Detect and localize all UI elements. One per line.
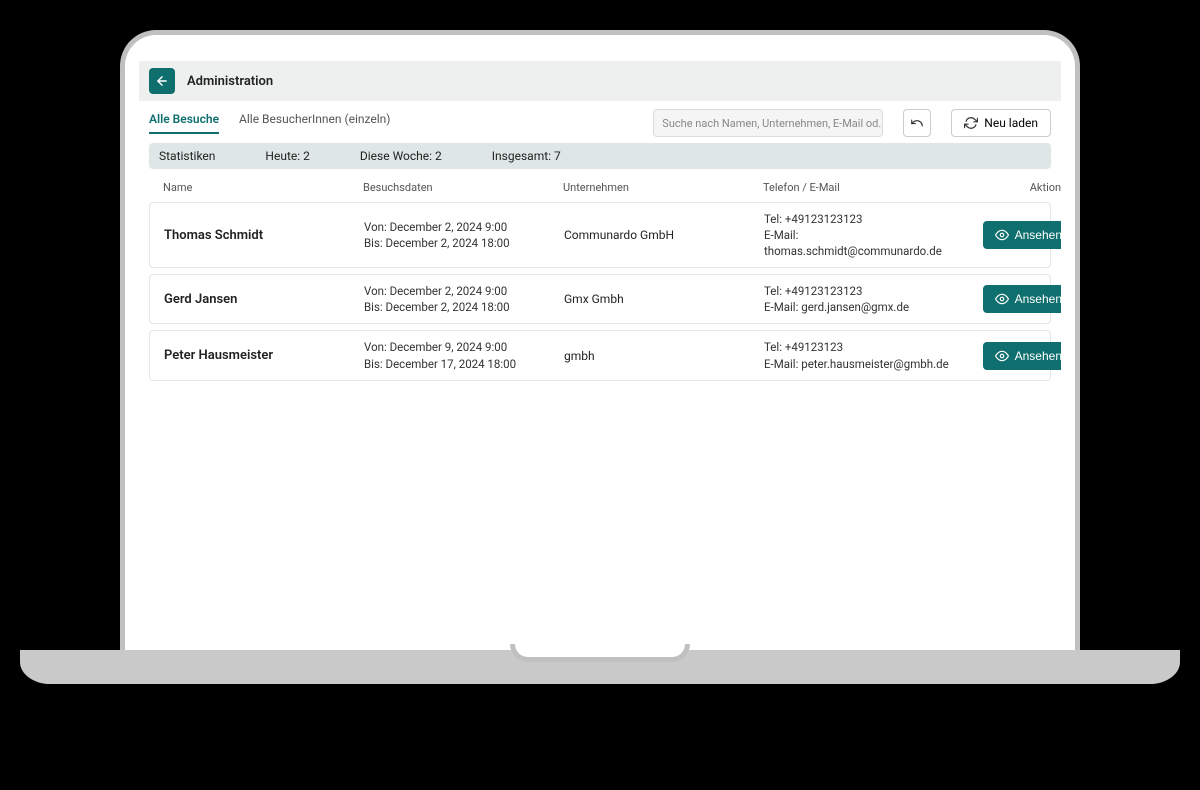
row-tel: Tel: +49123123123 [764,211,974,227]
row-visit-to: Bis: December 2, 2024 18:00 [364,235,564,251]
tabs: Alle Besuche Alle BesucherInnen (einzeln… [149,112,390,134]
view-button[interactable]: Ansehen [983,221,1061,249]
view-button[interactable]: Ansehen [983,285,1061,313]
toolbar: Alle Besuche Alle BesucherInnen (einzeln… [139,101,1061,137]
row-contact: Tel: +49123123123 E-Mail: gerd.jansen@gm… [764,283,974,315]
row-company: gmbh [564,349,764,363]
view-label: Ansehen [1015,349,1061,363]
row-name: Gerd Jansen [164,292,364,307]
row-name: Thomas Schmidt [164,228,364,243]
back-button[interactable] [149,68,175,94]
row-tel: Tel: +49123123123 [764,283,974,299]
eye-icon [995,228,1009,242]
table-row: Thomas Schmidt Von: December 2, 2024 9:0… [149,202,1051,268]
row-visit: Von: December 9, 2024 9:00 Bis: December… [364,339,564,371]
table-row: Peter Hausmeister Von: December 9, 2024 … [149,330,1051,380]
page-header: Administration [139,61,1061,101]
row-email: E-Mail: gerd.jansen@gmx.de [764,299,974,315]
stats-today: Heute: 2 [265,149,309,163]
laptop-frame: Administration Alle Besuche Alle Besuche… [120,30,1080,684]
laptop-base [20,650,1180,684]
row-visit-to: Bis: December 2, 2024 18:00 [364,299,564,315]
tab-all-visitors[interactable]: Alle BesucherInnen (einzeln) [239,112,390,134]
eye-icon [995,349,1009,363]
row-visit-from: Von: December 2, 2024 9:00 [364,219,564,235]
reload-label: Neu laden [984,116,1038,130]
stats-week: Diese Woche: 2 [360,149,442,163]
tab-all-visits[interactable]: Alle Besuche [149,112,219,134]
col-contact: Telefon / E-Mail [763,181,973,194]
stats-bar: Statistiken Heute: 2 Diese Woche: 2 Insg… [149,143,1051,169]
undo-icon [910,116,924,130]
table-row: Gerd Jansen Von: December 2, 2024 9:00 B… [149,274,1051,324]
col-company: Unternehmen [563,181,763,194]
row-visit-to: Bis: December 17, 2024 18:00 [364,356,564,372]
refresh-icon [964,116,978,130]
page-title: Administration [187,74,273,89]
back-history-button[interactable] [903,109,931,137]
search-input[interactable]: Suche nach Namen, Unternehmen, E-Mail od… [653,109,883,137]
col-name: Name [163,181,363,194]
col-actions: Aktionen [973,181,1061,194]
stats-label: Statistiken [159,149,215,163]
row-company: Gmx Gmbh [564,292,764,306]
view-button[interactable]: Ansehen [983,342,1061,370]
arrow-left-icon [155,74,169,88]
row-visit-from: Von: December 9, 2024 9:00 [364,339,564,355]
table-header: Name Besuchsdaten Unternehmen Telefon / … [149,173,1051,202]
reload-button[interactable]: Neu laden [951,109,1051,137]
eye-icon [995,292,1009,306]
row-visit-from: Von: December 2, 2024 9:00 [364,283,564,299]
laptop-notch [510,644,690,662]
row-company: Communardo GmbH [564,228,764,242]
view-label: Ansehen [1015,228,1061,242]
laptop-lid: Administration Alle Besuche Alle Besuche… [120,30,1080,650]
app-screen: Administration Alle Besuche Alle Besuche… [139,61,1061,650]
row-name: Peter Hausmeister [164,348,364,363]
row-contact: Tel: +49123123123 E-Mail: thomas.schmidt… [764,211,974,259]
col-visit: Besuchsdaten [363,181,563,194]
row-visit: Von: December 2, 2024 9:00 Bis: December… [364,283,564,315]
stats-total: Insgesamt: 7 [492,149,561,163]
row-tel: Tel: +49123123 [764,339,974,355]
row-email: E-Mail: thomas.schmidt@communardo.de [764,227,974,259]
view-label: Ansehen [1015,292,1061,306]
row-contact: Tel: +49123123 E-Mail: peter.hausmeister… [764,339,974,371]
row-visit: Von: December 2, 2024 9:00 Bis: December… [364,219,564,251]
table-body: Thomas Schmidt Von: December 2, 2024 9:0… [149,202,1051,381]
row-email: E-Mail: peter.hausmeister@gmbh.de [764,356,974,372]
